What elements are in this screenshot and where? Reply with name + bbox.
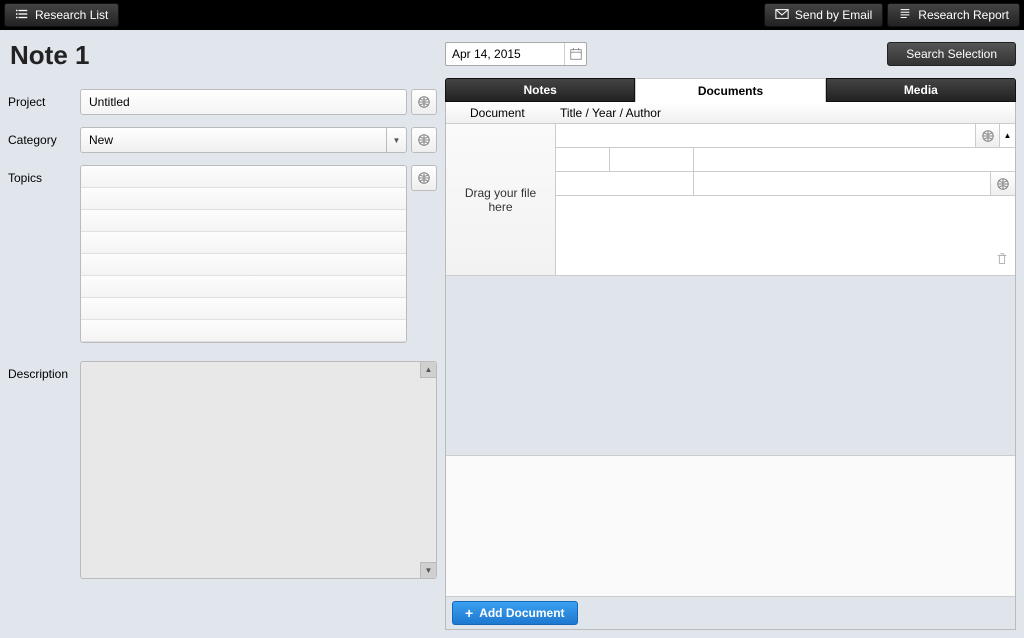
research-report-button[interactable]: Research Report [887, 3, 1020, 27]
right-top-row: Apr 14, 2015 Search Selection [445, 40, 1016, 68]
project-input[interactable] [80, 89, 407, 115]
file-drop-zone[interactable]: Drag your file here [446, 124, 556, 275]
research-report-label: Research Report [918, 8, 1009, 22]
document-fields: ▲ [556, 124, 1015, 275]
research-list-label: Research List [35, 8, 108, 22]
tab-notes[interactable]: Notes [445, 78, 635, 102]
label-description: Description [8, 361, 80, 381]
doc-author-a[interactable] [556, 172, 694, 195]
chevron-down-icon: ▼ [386, 128, 406, 152]
search-selection-button[interactable]: Search Selection [887, 42, 1016, 66]
category-globe-button[interactable] [411, 127, 437, 153]
doc-title-row: ▲ [556, 124, 1015, 148]
category-select[interactable]: New ▼ [80, 127, 407, 153]
label-project: Project [8, 89, 80, 109]
tab-media[interactable]: Media [826, 78, 1016, 102]
documents-lower: + Add Document [446, 276, 1015, 629]
tabs: Notes Documents Media [445, 78, 1016, 102]
doc-author-b[interactable] [694, 172, 991, 195]
label-category: Category [8, 127, 80, 147]
topbar-left: Research List [4, 3, 119, 27]
tab-documents[interactable]: Documents [635, 78, 825, 102]
project-globe-button[interactable] [411, 89, 437, 115]
report-icon [898, 7, 912, 24]
globe-icon [981, 129, 995, 143]
globe-icon [417, 95, 431, 109]
right-pane: Apr 14, 2015 Search Selection Notes Docu… [445, 30, 1024, 638]
doc-author-globe-button[interactable] [991, 172, 1015, 195]
list-item[interactable] [81, 254, 406, 276]
top-toolbar: Research List Send by Email Research Rep… [0, 0, 1024, 30]
research-list-button[interactable]: Research List [4, 3, 119, 27]
mail-icon [775, 7, 789, 24]
list-icon [15, 7, 29, 24]
left-pane: Note 1 Project Category New ▼ [0, 30, 445, 638]
page-title: Note 1 [8, 40, 437, 71]
date-value: Apr 14, 2015 [452, 47, 521, 61]
category-value: New [89, 133, 113, 147]
doc-year-row [556, 148, 1015, 172]
scroll-up-icon[interactable]: ▲ [420, 362, 436, 378]
scroll-down-icon[interactable]: ▼ [420, 562, 436, 578]
documents-detail-area [446, 455, 1015, 597]
topbar-right: Send by Email Research Report [764, 3, 1020, 27]
field-description: ▲ ▼ [80, 361, 437, 579]
add-document-bar: + Add Document [446, 597, 1015, 629]
list-item[interactable] [81, 232, 406, 254]
list-item[interactable] [81, 210, 406, 232]
list-item[interactable] [81, 276, 406, 298]
plus-icon: + [465, 605, 473, 621]
trash-button[interactable] [995, 252, 1009, 269]
doc-cell-a[interactable] [556, 148, 610, 171]
list-item[interactable] [81, 188, 406, 210]
globe-icon [417, 171, 431, 185]
doc-cell-c [694, 148, 1015, 171]
globe-icon [996, 177, 1010, 191]
doc-cell-b[interactable] [610, 148, 694, 171]
list-item[interactable] [81, 166, 406, 188]
calendar-button[interactable] [564, 43, 586, 65]
row-project: Project [8, 89, 437, 115]
documents-empty-area [446, 276, 1015, 455]
document-entry: Drag your file here ▲ [446, 124, 1015, 276]
doc-author-row [556, 172, 1015, 196]
description-textarea[interactable]: ▲ ▼ [80, 361, 437, 579]
documents-header: Document Title / Year / Author [446, 102, 1015, 124]
doc-title-globe-button[interactable] [975, 124, 999, 147]
date-input[interactable]: Apr 14, 2015 [445, 42, 587, 66]
list-item[interactable] [81, 298, 406, 320]
row-topics: Topics [8, 165, 437, 343]
doc-notes-area[interactable] [556, 196, 1015, 275]
field-category: New ▼ [80, 127, 437, 153]
send-email-button[interactable]: Send by Email [764, 3, 883, 27]
doc-title-input[interactable] [556, 124, 975, 146]
main-area: Note 1 Project Category New ▼ [0, 30, 1024, 638]
documents-panel: Document Title / Year / Author Drag your… [445, 102, 1016, 630]
row-category: Category New ▼ [8, 127, 437, 153]
field-project [80, 89, 437, 115]
send-email-label: Send by Email [795, 8, 872, 22]
topics-list[interactable] [80, 165, 407, 343]
row-description: Description ▲ ▼ [8, 361, 437, 579]
field-topics [80, 165, 437, 343]
col-document: Document [446, 106, 556, 120]
topics-globe-button[interactable] [411, 165, 437, 191]
globe-icon [417, 133, 431, 147]
scroll-up-icon[interactable]: ▲ [999, 124, 1015, 147]
label-topics: Topics [8, 165, 80, 185]
col-title-year-author: Title / Year / Author [556, 106, 981, 120]
list-item[interactable] [81, 320, 406, 342]
calendar-icon [569, 47, 583, 61]
trash-icon [995, 252, 1009, 266]
add-document-button[interactable]: + Add Document [452, 601, 578, 625]
add-document-label: Add Document [479, 606, 564, 620]
